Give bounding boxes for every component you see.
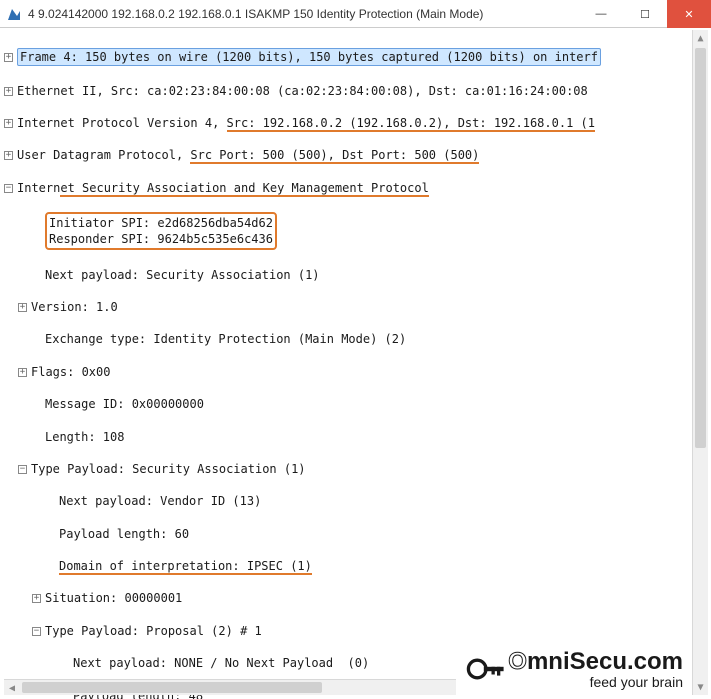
window-titlebar: 4 9.024142000 192.168.0.2 192.168.0.1 IS… [0, 0, 711, 28]
version-row[interactable]: Version: 1.0 [31, 300, 118, 314]
logo-subtitle: feed your brain [508, 674, 683, 690]
expand-icon[interactable]: + [4, 119, 13, 128]
frame-summary-row[interactable]: Frame 4: 150 bytes on wire (1200 bits), … [17, 48, 601, 66]
next-payload-none-row[interactable]: Next payload: NONE / No Next Payload (0) [73, 656, 369, 670]
scroll-thumb-h[interactable] [22, 682, 322, 693]
initiator-spi-row[interactable]: Initiator SPI: e2d68256dba54d62 [49, 216, 273, 230]
scroll-up-icon[interactable]: ▲ [693, 30, 708, 46]
packet-details-pane[interactable]: + Frame 4: 150 bytes on wire (1200 bits),… [0, 28, 711, 699]
wireshark-icon [6, 6, 22, 22]
expand-icon[interactable]: + [32, 594, 41, 603]
window-title: 4 9.024142000 192.168.0.2 192.168.0.1 IS… [28, 7, 579, 21]
scroll-down-icon[interactable]: ▼ [693, 679, 708, 695]
expand-icon[interactable]: + [4, 151, 13, 160]
isakmp-row[interactable]: Internet Security Association and Key Ma… [17, 181, 429, 197]
collapse-icon[interactable]: − [32, 627, 41, 636]
udp-row[interactable]: User Datagram Protocol, Src Port: 500 (5… [17, 148, 479, 164]
type-sa-row[interactable]: Type Payload: Security Association (1) [31, 462, 306, 476]
exchange-type-row[interactable]: Exchange type: Identity Protection (Main… [45, 332, 406, 346]
next-payload-sa-row[interactable]: Next payload: Security Association (1) [45, 268, 320, 282]
situation-row[interactable]: Situation: 00000001 [45, 591, 182, 605]
isakmp-header-highlight: et Security Association and Key Manageme… [60, 181, 428, 197]
type-proposal-row[interactable]: Type Payload: Proposal (2) # 1 [45, 624, 262, 638]
close-button[interactable]: ✕ [667, 0, 711, 28]
ip-addresses-highlight: Src: 192.168.0.2 (192.168.0.2), Dst: 192… [227, 116, 595, 132]
message-id-row[interactable]: Message ID: 0x00000000 [45, 397, 204, 411]
payload-len-60-row[interactable]: Payload length: 60 [59, 527, 189, 541]
spi-highlight-box: Initiator SPI: e2d68256dba54d62 Responde… [45, 212, 277, 250]
length-row[interactable]: Length: 108 [45, 430, 124, 444]
expand-icon[interactable]: + [4, 53, 13, 62]
collapse-icon[interactable]: − [4, 184, 13, 193]
collapse-icon[interactable]: − [18, 465, 27, 474]
expand-icon[interactable]: + [18, 368, 27, 377]
logo-text: OmniSecu.com [508, 648, 683, 676]
watermark-logo: OmniSecu.com feed your brain [456, 641, 691, 697]
ip-row[interactable]: Internet Protocol Version 4, Src: 192.16… [17, 116, 595, 132]
next-payload-vid-row[interactable]: Next payload: Vendor ID (13) [59, 494, 261, 508]
expand-icon[interactable]: + [18, 303, 27, 312]
responder-spi-row[interactable]: Responder SPI: 9624b5c535e6c436 [49, 232, 273, 246]
scroll-left-icon[interactable]: ◀ [4, 681, 20, 697]
udp-ports-highlight: Src Port: 500 (500), Dst Port: 500 (500) [190, 148, 479, 164]
key-icon [464, 647, 508, 691]
expand-icon[interactable]: + [4, 87, 13, 96]
doi-row[interactable]: Domain of interpretation: IPSEC (1) [59, 559, 312, 573]
flags-row[interactable]: Flags: 0x00 [31, 365, 110, 379]
vertical-scrollbar[interactable]: ▲ ▼ [692, 30, 708, 695]
doi-highlight: Domain of interpretation: IPSEC (1) [59, 559, 312, 575]
scroll-thumb-v[interactable] [695, 48, 706, 448]
ethernet-row[interactable]: Ethernet II, Src: ca:02:23:84:00:08 (ca:… [17, 84, 588, 98]
maximize-button[interactable]: ☐ [623, 0, 667, 28]
minimize-button[interactable]: — [579, 0, 623, 28]
